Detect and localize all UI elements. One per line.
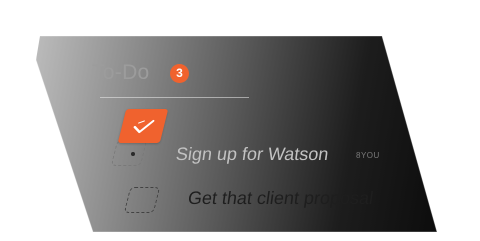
todo-widget: To-Do 3 Sign up for Watson 8YOU Get that… xyxy=(0,0,480,241)
title-divider xyxy=(100,97,249,98)
task-tag-1: 8YOU xyxy=(356,151,380,160)
task-label-2[interactable]: Get that client proposal xyxy=(187,188,375,209)
card-title: To-Do xyxy=(92,61,150,84)
check-icon[interactable] xyxy=(117,109,169,143)
cursor-dot xyxy=(131,152,135,156)
task-count-badge: 3 xyxy=(170,64,189,83)
task-label-1[interactable]: Sign up for Watson xyxy=(175,144,330,165)
